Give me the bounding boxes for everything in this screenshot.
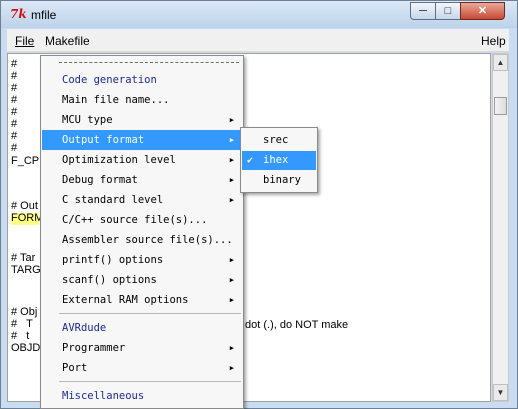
menu-item-code-generation[interactable]: Code generation	[42, 70, 242, 90]
editor-line: #	[11, 70, 18, 82]
menu-help[interactable]: Help	[481, 34, 506, 48]
ihex-label: ihex	[263, 154, 289, 166]
menu-item-miscellaneous[interactable]: Miscellaneous	[42, 386, 242, 406]
c-standard-label: C standard level	[62, 194, 164, 206]
tearoff-line[interactable]	[59, 62, 239, 63]
tk-app-icon: 7k	[10, 7, 27, 21]
menu-separator	[59, 313, 241, 314]
menu-item-optimization-level[interactable]: Optimization level ▶	[42, 150, 242, 170]
editor-visible-text: dot (.), do NOT make	[245, 319, 349, 331]
editor-line: #	[11, 58, 18, 70]
checkmark-icon: ✔	[247, 155, 254, 166]
editor-line: #	[11, 106, 18, 118]
optimization-level-label: Optimization level	[62, 154, 176, 166]
editor-line: #	[11, 82, 18, 94]
submenu-arrow-icon: ▶	[229, 364, 234, 372]
editor-line: # T	[11, 318, 33, 330]
mcu-type-label: MCU type	[62, 114, 113, 126]
menu-separator	[59, 381, 241, 382]
port-label: Port	[62, 362, 88, 374]
menu-item-c-source-files[interactable]: C/C++ source file(s)...	[42, 210, 242, 230]
scroll-down-icon[interactable]: ▼	[493, 384, 508, 401]
submenu-arrow-icon: ▶	[229, 256, 234, 264]
menu-file[interactable]: File	[15, 34, 34, 48]
menu-item-main-file-name[interactable]: Main file name...	[42, 90, 242, 110]
menu-item-avrdude[interactable]: AVRdude	[42, 318, 242, 338]
editor-line: FORM	[11, 212, 44, 224]
makefile-dropdown-menu: Code generation Main file name... MCU ty…	[40, 55, 244, 409]
menu-item-external-ram-options[interactable]: External RAM options ▶	[42, 290, 242, 310]
submenu-item-binary[interactable]: binary	[242, 171, 316, 190]
menu-makefile[interactable]: Makefile	[45, 34, 90, 48]
menu-file-label: File	[15, 34, 35, 48]
srec-label: srec	[263, 134, 289, 146]
close-button[interactable]: ✕	[460, 2, 505, 20]
maximize-button[interactable]: □	[435, 2, 461, 20]
external-ram-label: External RAM options	[62, 294, 189, 306]
submenu-arrow-icon: ▶	[229, 196, 234, 204]
submenu-item-ihex[interactable]: ✔ ihex	[242, 151, 316, 170]
output-format-submenu: srec ✔ ihex binary	[240, 127, 318, 193]
printf-options-label: printf() options	[62, 254, 164, 266]
editor-line: #	[11, 142, 18, 154]
window-title: mfile	[31, 8, 57, 22]
submenu-arrow-icon: ▶	[229, 344, 234, 352]
editor-line: # t	[11, 330, 30, 342]
binary-label: binary	[263, 174, 301, 186]
menu-makefile-label: Makefile	[45, 34, 90, 48]
submenu-arrow-icon: ▶	[229, 176, 234, 184]
minimize-button[interactable]: ─	[410, 2, 436, 20]
editor-line: OBJD	[11, 342, 41, 354]
submenu-arrow-icon: ▶	[229, 296, 234, 304]
menu-item-mcu-type[interactable]: MCU type ▶	[42, 110, 242, 130]
menu-help-label: Help	[481, 34, 506, 48]
vertical-scrollbar[interactable]: ▲ ▼	[492, 53, 509, 402]
output-format-label: Output format	[62, 134, 145, 146]
debug-format-label: Debug format	[62, 174, 138, 186]
title-bar[interactable]: 7k mfile ─ □ ✕	[1, 1, 517, 28]
editor-line: #	[11, 130, 18, 142]
scroll-up-icon[interactable]: ▲	[493, 54, 508, 71]
submenu-arrow-icon: ▶	[229, 136, 234, 144]
menu-item-output-format[interactable]: Output format ▶	[42, 130, 242, 150]
menu-item-c-standard-level[interactable]: C standard level ▶	[42, 190, 242, 210]
menu-item-printf-options[interactable]: printf() options ▶	[42, 250, 242, 270]
programmer-label: Programmer	[62, 342, 126, 354]
menu-bar: File Makefile Help	[7, 29, 509, 52]
menu-item-port[interactable]: Port ▶	[42, 358, 242, 378]
scroll-thumb[interactable]	[494, 97, 507, 115]
editor-line: # Out	[11, 200, 38, 212]
submenu-arrow-icon: ▶	[229, 156, 234, 164]
editor-line: # Tar	[11, 252, 36, 264]
editor-line: F_CP	[11, 155, 40, 167]
submenu-arrow-icon: ▶	[229, 276, 234, 284]
editor-line: TARG	[11, 264, 41, 276]
editor-line: # Obj	[11, 306, 38, 318]
submenu-item-srec[interactable]: srec	[242, 131, 316, 150]
menu-item-assembler-source-files[interactable]: Assembler source file(s)...	[42, 230, 242, 250]
editor-line: #	[11, 94, 18, 106]
submenu-arrow-icon: ▶	[229, 116, 234, 124]
scanf-options-label: scanf() options	[62, 274, 157, 286]
menu-item-programmer[interactable]: Programmer ▶	[42, 338, 242, 358]
menu-item-debug-format[interactable]: Debug format ▶	[42, 170, 242, 190]
menu-item-scanf-options[interactable]: scanf() options ▶	[42, 270, 242, 290]
editor-line: #	[11, 118, 18, 130]
